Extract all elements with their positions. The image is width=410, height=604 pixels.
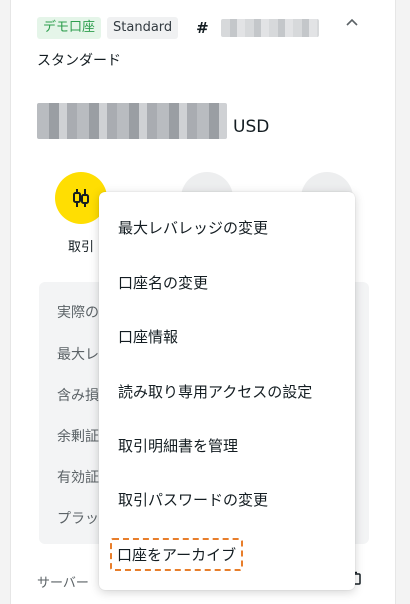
account-type-label: スタンダード [37, 53, 121, 69]
menu-item-label: 取引パスワードの変更 [118, 490, 269, 509]
info-row-max-leverage: 最大レ [57, 347, 99, 363]
menu-item-read-only-access[interactable]: 読み取り専用アクセスの設定 [99, 364, 355, 418]
chevron-up-icon[interactable] [345, 12, 359, 31]
server-label: サーバー [37, 576, 89, 591]
plan-badge: Standard [107, 17, 179, 39]
account-number-redacted [220, 19, 319, 37]
menu-item-account-info[interactable]: 口座情報 [99, 309, 355, 363]
account-badges: デモ口座 Standard # [37, 17, 319, 39]
info-row-free-margin: 余剰証 [57, 429, 99, 445]
menu-item-archive-account[interactable]: 口座をアーカイブ [99, 527, 355, 581]
menu-item-label: 最大レバレッジの変更 [118, 218, 269, 237]
account-options-menu: 最大レバレッジの変更 口座名の変更 口座情報 読み取り専用アクセスの設定 取引明… [99, 192, 355, 590]
menu-item-change-max-leverage[interactable]: 最大レバレッジの変更 [99, 200, 355, 254]
menu-item-label: 口座をアーカイブ [109, 537, 244, 571]
menu-item-label: 取引明細書を管理 [118, 436, 239, 455]
menu-item-change-trading-password[interactable]: 取引パスワードの変更 [99, 472, 355, 526]
info-row-equity: 有効証 [57, 470, 99, 486]
info-row-actual: 実際の [57, 305, 99, 321]
account-number-prefix: # [196, 19, 209, 37]
menu-item-label: 口座情報 [118, 327, 179, 346]
info-row-unrealized: 含み損 [57, 388, 99, 404]
menu-item-rename-account[interactable]: 口座名の変更 [99, 255, 355, 309]
demo-badge: デモ口座 [37, 17, 102, 39]
menu-item-label: 口座名の変更 [118, 273, 209, 292]
candlestick-icon [73, 189, 89, 207]
menu-item-label: 読み取り専用アクセスの設定 [118, 382, 313, 401]
account-balance: USD [37, 103, 269, 139]
balance-redacted [37, 103, 227, 139]
menu-item-manage-statements[interactable]: 取引明細書を管理 [99, 418, 355, 472]
balance-currency: USD [233, 117, 270, 137]
